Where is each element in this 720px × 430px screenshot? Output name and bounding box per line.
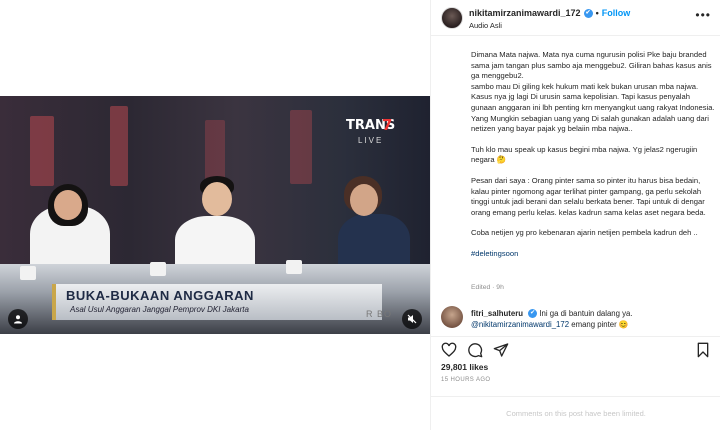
lower-third-right-text: R BO	[366, 309, 393, 319]
post-header-line: nikitamirzanimawardi_172 ✔ • Follow	[469, 8, 631, 19]
media-panel: TRANS 7 LIVE BUKA-BUKAAN ANGGARAN Asal U…	[0, 0, 430, 430]
comment-body: Ini ga di bantuin dalang ya.	[539, 309, 633, 318]
presenter-left-head	[54, 190, 82, 220]
separator-dot: •	[595, 8, 599, 18]
post-caption: Dimana Mata najwa. Mata nya cuma ngurusi…	[471, 50, 717, 270]
edited-label: Edited · 9h	[471, 284, 504, 291]
comments-limited-notice: Comments on this post have been limited.	[431, 396, 720, 430]
hashtag-link[interactable]: #deletingsoon	[471, 249, 518, 258]
comment-text: fitri_salhuteru ✔ Ini ga di bantuin dala…	[471, 308, 711, 330]
lower-third-subtitle: Asal Usul Anggaran Janggal Pemprov DKI J…	[70, 305, 249, 314]
more-options-icon[interactable]: •••	[695, 8, 711, 22]
comment-mention[interactable]: @nikitamirzanimawardi_172	[471, 320, 569, 329]
studio-light	[290, 110, 312, 184]
mug	[20, 266, 36, 280]
channel-live-label: LIVE	[358, 136, 384, 145]
presenter-center-head	[202, 182, 232, 216]
action-bar	[431, 336, 720, 362]
heart-icon[interactable]	[441, 342, 457, 358]
verified-icon: ✔	[583, 9, 593, 19]
mute-icon[interactable]	[402, 309, 422, 329]
lower-third-banner: BUKA-BUKAAN ANGGARAN Asal Usul Anggaran …	[52, 284, 382, 320]
post-panel: nikitamirzanimawardi_172 ✔ • Follow Audio A…	[430, 0, 720, 430]
presenter-right-head	[350, 184, 378, 216]
avatar[interactable]	[441, 306, 463, 328]
comment-username[interactable]: fitri_salhuteru	[471, 309, 523, 318]
channel-logo: TRANS 7 LIVE	[346, 116, 395, 154]
username[interactable]: nikitamirzanimawardi_172	[469, 8, 581, 18]
caption-paragraph: Tuh klo mau speak up kasus begini mba na…	[471, 144, 700, 165]
audio-label[interactable]: Audio Asli	[469, 21, 502, 30]
studio-light	[110, 106, 128, 186]
likes-count[interactable]: 29,801 likes	[441, 362, 488, 372]
studio-light	[30, 116, 54, 186]
channel-logo-number: 7	[382, 116, 393, 134]
mug	[286, 260, 302, 274]
caption-paragraph: Coba netijen yg pro kebenaran ajarin net…	[471, 228, 698, 238]
avatar[interactable]	[441, 7, 463, 29]
post-header: nikitamirzanimawardi_172 ✔ • Follow Audio A…	[431, 0, 720, 36]
caption-paragraph: Dimana Mata najwa. Mata nya cuma ngurusi…	[471, 50, 715, 134]
comment-reply: emang pinter 😊	[571, 320, 629, 329]
caption-paragraph: Pesan dari saya : Orang pinter sama so p…	[471, 175, 707, 217]
follow-button[interactable]: Follow	[602, 8, 631, 18]
verified-icon: ✔	[528, 309, 538, 319]
mug	[150, 262, 166, 276]
studio-light	[205, 120, 225, 180]
post-timestamp: 15 HOURS AGO	[441, 377, 491, 383]
comment-icon[interactable]	[467, 342, 483, 358]
share-icon[interactable]	[493, 342, 509, 358]
user-tag-icon[interactable]	[8, 309, 28, 329]
bookmark-icon[interactable]	[695, 342, 711, 358]
lower-third-title: BUKA-BUKAAN ANGGARAN	[66, 288, 254, 303]
video-player[interactable]: TRANS 7 LIVE BUKA-BUKAAN ANGGARAN Asal U…	[0, 96, 430, 334]
